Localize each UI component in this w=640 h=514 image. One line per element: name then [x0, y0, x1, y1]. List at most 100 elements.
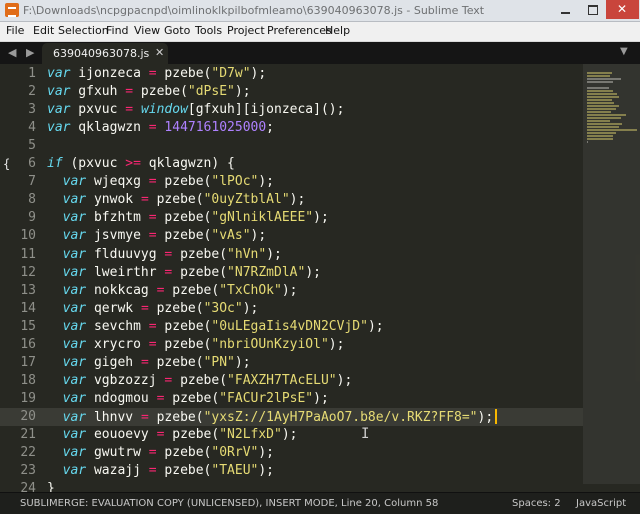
code-line[interactable]: var ijonzeca = pzebe("D7w");	[47, 66, 266, 81]
code-token: "hVn"	[227, 246, 267, 262]
code-token: ndogmou	[86, 390, 157, 406]
line-number: 24	[20, 481, 36, 492]
code-line[interactable]: }	[47, 481, 55, 492]
tab-scroll-left-icon[interactable]: ◀	[8, 46, 16, 59]
code-token: "vAs"	[211, 228, 251, 244]
code-token: );	[250, 228, 267, 244]
code-token: if	[47, 156, 63, 172]
menu-goto[interactable]: Goto	[164, 24, 190, 37]
code-token: =	[125, 84, 134, 100]
code-line[interactable]: var gigeh = pzebe("PN");	[47, 355, 251, 370]
code-token: var	[62, 318, 87, 334]
line-number: 1	[28, 66, 36, 81]
code-line[interactable]: var qklagwzn = 1447161025000;	[47, 120, 274, 135]
code-line[interactable]: var ynwok = pzebe("0uyZtblAl");	[47, 192, 306, 207]
minimap-line	[587, 72, 612, 74]
code-line[interactable]: var eouoevy = pzebe("N2LfxD");	[47, 427, 298, 442]
code-token: =	[148, 66, 157, 81]
minimize-button[interactable]	[552, 0, 579, 19]
menu-find[interactable]: Find	[106, 24, 129, 37]
code-token: var	[62, 228, 87, 244]
code-line[interactable]: var flduuvyg = pzebe("hVn");	[47, 247, 282, 262]
code-token: var	[62, 409, 87, 425]
code-line[interactable]: var ndogmou = pzebe("FACUr2lPsE");	[47, 391, 329, 406]
menu-preferences[interactable]: Preferences	[267, 24, 332, 37]
code-line[interactable]: var gfxuh = pzebe("dPsE");	[47, 84, 251, 99]
code-token: =	[148, 318, 157, 334]
code-token: "gNlniklAEEE"	[211, 210, 314, 226]
code-token: =	[148, 445, 157, 461]
code-line[interactable]: var pxvuc = window[gfxuh][ijonzeca]();	[47, 102, 344, 117]
code-line[interactable]: var gwutrw = pzebe("0RrV");	[47, 445, 274, 460]
tab-scroll-right-icon[interactable]: ▶	[26, 46, 34, 59]
code-line[interactable]: var nokkcag = pzebe("TxChOk");	[47, 283, 298, 298]
tab-active-file[interactable]: 639040963078.js ✕	[42, 43, 168, 64]
code-line[interactable]: var wjeqxg = pzebe("lPOc");	[47, 174, 274, 189]
code-line[interactable]: var qerwk = pzebe("3Oc");	[47, 300, 259, 316]
code-editor[interactable]: 1 var ijonzeca = pzebe("D7w"); 2 var gfxuh …	[0, 64, 583, 492]
code-token: 1447161025000	[164, 120, 267, 136]
menu-selection[interactable]: Selection	[58, 24, 109, 37]
line-number: 4	[28, 120, 36, 136]
indentation-setting[interactable]: Spaces: 2	[512, 498, 561, 509]
minimap-line	[587, 105, 619, 107]
code-line[interactable]: var wazajj = pzebe("TAEU");	[47, 463, 274, 478]
menu-help[interactable]: Help	[325, 24, 350, 37]
code-line[interactable]: var lhnvv = pzebe("yxsZ://1AyH7PaAoO7.b8…	[47, 408, 498, 425]
fold-marker-icon[interactable]: {	[3, 157, 10, 171]
code-token: pzebe(	[148, 300, 204, 316]
window-title: F:\Downloads\ncpgpacnpd\oimlinoklkpilbof…	[23, 4, 485, 17]
line-number: 10	[20, 228, 36, 244]
code-line[interactable]: var jsvmye = pzebe("vAs");	[47, 228, 267, 244]
code-line[interactable]: var bfzhtm = pzebe("gNlniklAEEE");	[47, 210, 329, 225]
code-token: );	[258, 445, 275, 461]
code-token: qklagwzn	[70, 120, 149, 136]
code-token: var	[47, 66, 71, 81]
code-token: =	[140, 354, 149, 370]
tab-list-dropdown-icon[interactable]: ▼	[620, 46, 628, 57]
code-token: var	[62, 354, 87, 370]
code-line[interactable]: if (pxvuc >= qklagwzn) {	[47, 156, 235, 171]
menu-edit[interactable]: Edit	[33, 24, 54, 37]
code-line[interactable]: var sevchm = pzebe("0uLEgaIis4vDN2CVjD")…	[47, 319, 384, 334]
code-line[interactable]: var vgbzozzj = pzebe("FAXZH7TAcELU");	[47, 373, 353, 388]
menu-file[interactable]: File	[6, 24, 24, 37]
line-number: 5	[28, 138, 36, 154]
maximize-button[interactable]	[580, 0, 607, 19]
code-token: "N2LfxD"	[219, 427, 282, 442]
menu-project[interactable]: Project	[227, 24, 265, 37]
minimap[interactable]	[583, 64, 640, 492]
minimap-line	[587, 108, 616, 110]
code-token: var	[62, 264, 87, 280]
code-token: gwutrw	[86, 445, 149, 461]
menu-view[interactable]: View	[134, 24, 160, 37]
code-token: xrycro	[86, 336, 149, 352]
code-token: );	[242, 300, 259, 316]
menu-tools[interactable]: Tools	[195, 24, 222, 37]
code-token: bfzhtm	[86, 210, 149, 226]
close-window-button[interactable]	[606, 0, 639, 19]
code-token: );	[477, 409, 494, 425]
code-token: pzebe(	[156, 174, 212, 190]
code-token: );	[305, 264, 321, 280]
minimap-line	[587, 138, 613, 140]
minimap-line	[587, 129, 637, 131]
close-tab-icon[interactable]: ✕	[155, 46, 164, 59]
code-token: );	[266, 246, 282, 262]
code-token: pzebe(	[164, 390, 220, 406]
minimap-line	[587, 135, 613, 137]
title-bar[interactable]: F:\Downloads\ncpgpacnpd\oimlinoklkpilbof…	[0, 0, 640, 22]
tab-label: 639040963078.js	[53, 47, 150, 60]
code-line[interactable]: var lweirthr = pzebe("N7RZmDlA");	[47, 265, 321, 280]
code-token: pzebe(	[156, 210, 212, 226]
code-token: wjeqxg	[86, 174, 149, 190]
syntax-selector[interactable]: JavaScript	[576, 498, 626, 509]
code-line[interactable]: var xrycro = pzebe("nbriOUnKzyiOl");	[47, 336, 345, 352]
